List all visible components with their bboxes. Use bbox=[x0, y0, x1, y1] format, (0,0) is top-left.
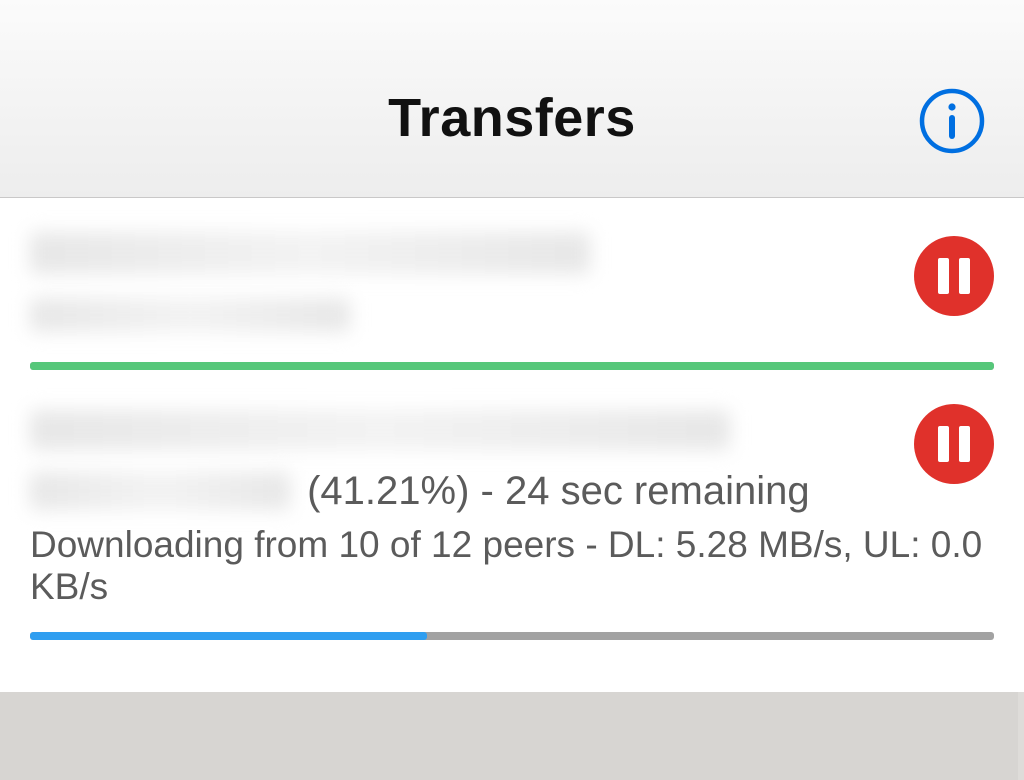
pause-button[interactable] bbox=[914, 236, 994, 316]
info-icon bbox=[918, 87, 986, 155]
transfer-row[interactable]: (41.21%) - 24 sec remaining Downloading … bbox=[0, 370, 1024, 640]
progress-bar bbox=[30, 632, 994, 640]
page-title: Transfers bbox=[388, 87, 636, 149]
pause-button[interactable] bbox=[914, 404, 994, 484]
transfer-name-redacted bbox=[30, 232, 590, 274]
transfer-peers-line: Downloading from 10 of 12 peers - DL: 5.… bbox=[30, 524, 994, 608]
progress-bar bbox=[30, 362, 994, 370]
progress-fill bbox=[30, 632, 427, 640]
app-root: Transfers bbox=[0, 0, 1024, 780]
pause-icon bbox=[938, 258, 970, 294]
pause-icon bbox=[938, 426, 970, 462]
transfer-status-line: (41.21%) - 24 sec remaining bbox=[30, 462, 994, 514]
info-button[interactable] bbox=[918, 87, 986, 155]
transfer-row[interactable] bbox=[0, 198, 1024, 370]
transfer-list: (41.21%) - 24 sec remaining Downloading … bbox=[0, 198, 1024, 692]
transfer-row-body bbox=[30, 232, 994, 332]
transfer-row-body: (41.21%) - 24 sec remaining Downloading … bbox=[30, 410, 994, 608]
footer-strip bbox=[0, 692, 1024, 780]
transfer-detail-redacted bbox=[30, 298, 350, 332]
progress-fill bbox=[30, 362, 994, 370]
header-bar: Transfers bbox=[0, 0, 1024, 198]
transfer-size-redacted bbox=[30, 472, 290, 510]
transfer-status-suffix: (41.21%) - 24 sec remaining bbox=[296, 469, 810, 513]
transfer-name-redacted bbox=[30, 410, 730, 450]
